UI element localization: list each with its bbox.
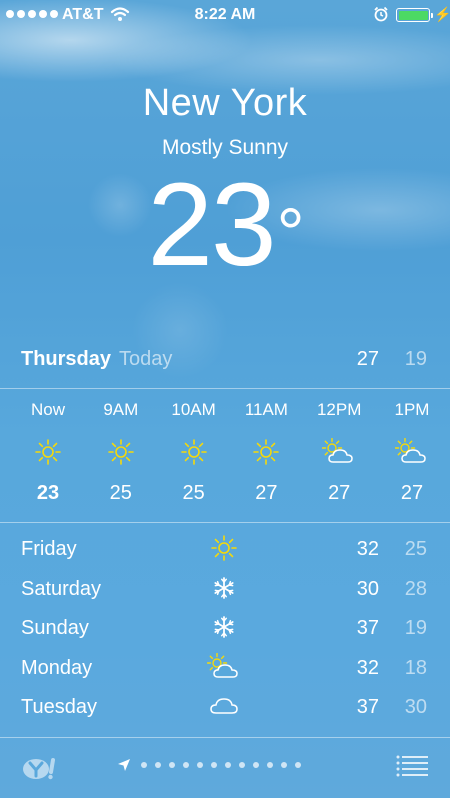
temperature-value: 23	[147, 159, 276, 291]
daily-forecast-row: Monday 32 18	[21, 652, 429, 695]
hourly-forecast[interactable]: Now 23 9AM 25 10AM 25 11AM 27 12PM 27 1PM 27	[12, 400, 450, 512]
page-indicator[interactable]	[141, 762, 301, 768]
hourly-item: 11AM 27	[230, 400, 302, 505]
charging-icon: ⚡	[434, 6, 450, 22]
cloud-icon	[206, 690, 242, 722]
today-day-name: Thursday	[21, 348, 112, 370]
today-high: 27	[356, 348, 379, 370]
divider	[0, 522, 450, 523]
hour-label: 10AM	[171, 400, 216, 419]
hour-temperature: 25	[109, 482, 132, 504]
today-label: Today	[119, 348, 173, 370]
day-high: 32	[356, 538, 379, 560]
daily-forecast-row: Tuesday 37 30	[21, 694, 429, 734]
hour-label: 12PM	[316, 400, 362, 419]
daily-forecast[interactable]: Friday 32 25 Saturday 30 28 Sunday 37 19 Monday 32…	[21, 535, 429, 734]
day-low: 28	[404, 577, 427, 600]
sun-icon	[230, 430, 302, 474]
degree-symbol: °	[276, 194, 305, 272]
battery-icon	[396, 8, 433, 22]
daily-forecast-row: Sunday 37 19	[21, 615, 429, 655]
sun-icon	[12, 430, 84, 474]
snowflake-icon	[206, 611, 242, 643]
day-low: 30	[404, 696, 427, 718]
hourly-item: 9AM 25	[85, 400, 157, 505]
day-low: 19	[404, 617, 427, 639]
hour-label: 1PM	[394, 400, 430, 419]
hour-temperature: 27	[400, 482, 424, 504]
current-temperature: 23°	[0, 160, 450, 290]
day-high: 30	[356, 577, 379, 600]
hourly-item: 10AM 25	[158, 400, 230, 505]
bottom-toolbar	[0, 738, 450, 798]
current-location-icon[interactable]	[117, 758, 131, 772]
sun-icon	[158, 430, 230, 474]
day-high: 37	[356, 617, 379, 639]
yahoo-logo-icon[interactable]	[22, 758, 62, 780]
snowflake-icon	[206, 572, 242, 604]
day-name: Monday	[21, 656, 93, 679]
hour-label: 11AM	[244, 400, 288, 419]
partly-cloudy-icon	[376, 430, 448, 474]
city-name: New York	[142, 82, 308, 124]
alarm-clock-icon	[373, 6, 389, 27]
sun-icon	[206, 532, 242, 564]
hourly-item: 1PM 27	[376, 400, 448, 505]
hourly-item: Now 23	[12, 400, 84, 505]
partly-cloudy-icon	[206, 651, 242, 683]
hour-label: 9AM	[103, 400, 139, 419]
hour-label: Now	[30, 400, 65, 419]
daily-forecast-row: Friday 32 25	[21, 535, 429, 576]
day-low: 18	[404, 656, 427, 679]
hour-temperature: 27	[255, 482, 278, 504]
city-list-icon[interactable]	[396, 755, 428, 777]
day-name: Sunday	[21, 617, 89, 639]
daily-forecast-row: Saturday 30 28	[21, 576, 429, 616]
hourly-item: 12PM 27	[303, 400, 375, 505]
day-high: 37	[356, 696, 379, 718]
today-low: 19	[404, 348, 427, 370]
day-name: Friday	[21, 538, 77, 560]
day-name: Tuesday	[21, 696, 97, 718]
day-low: 25	[404, 538, 427, 560]
today-summary-row: Thursday Today 27 19	[21, 348, 429, 378]
day-high: 32	[356, 656, 379, 679]
divider	[0, 388, 450, 389]
day-name: Saturday	[21, 577, 102, 600]
hour-temperature: 23	[36, 482, 60, 504]
hour-temperature: 27	[328, 482, 351, 504]
sun-icon	[85, 430, 157, 474]
weather-condition: Mostly Sunny	[161, 136, 289, 159]
partly-cloudy-icon	[303, 430, 375, 474]
hour-temperature: 25	[182, 482, 205, 504]
status-bar: AT&T 8:22 AM ⚡	[0, 0, 450, 30]
